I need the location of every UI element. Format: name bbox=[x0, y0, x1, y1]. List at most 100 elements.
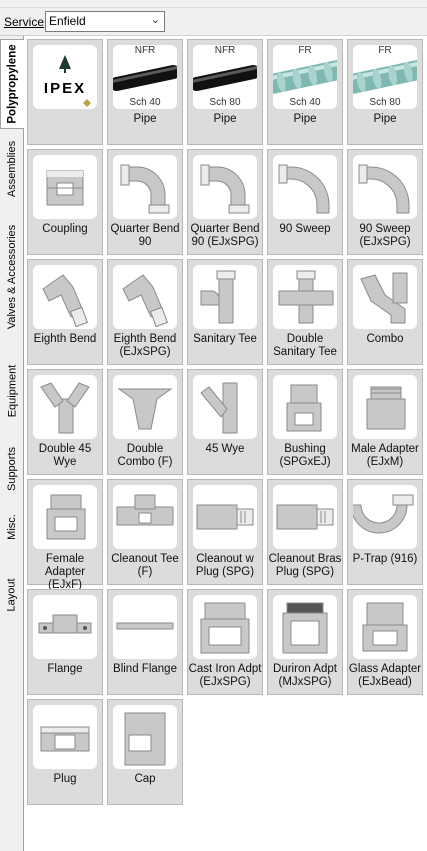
part-eighth-bend-ejxspg[interactable]: Eighth Bend (EJxSPG) bbox=[107, 259, 183, 365]
duriron-adapter-icon bbox=[273, 595, 337, 659]
double-sanitary-tee-icon bbox=[273, 265, 337, 329]
blind-flange-icon bbox=[113, 595, 177, 659]
part-duriron-adpt-mjxspg[interactable]: Duriron Adpt (MJxSPG) bbox=[267, 589, 343, 695]
part-cleanout-tee-f[interactable]: Cleanout Tee (F) bbox=[107, 479, 183, 585]
part-label: Plug bbox=[53, 773, 77, 785]
tab-valves-accessories[interactable]: Valves & Accessories bbox=[0, 212, 24, 342]
part-label: Cleanout Bras Plug (SPG) bbox=[268, 553, 342, 578]
parts-grid: IPEX NFR Sch 40 Pipe NFR Sch 80 Pipe FR Sch 4… bbox=[27, 39, 423, 805]
part-label: Eighth Bend bbox=[33, 333, 97, 345]
glass-adapter-icon bbox=[353, 595, 417, 659]
part-pipe[interactable]: NFR Sch 40 Pipe bbox=[107, 39, 183, 145]
part-glass-adapter-ejxbead[interactable]: Glass Adapter (EJxBead) bbox=[347, 589, 423, 695]
part-cleanout-w-plug-spg[interactable]: Cleanout w Plug (SPG) bbox=[187, 479, 263, 585]
pipe-schedule: Sch 40 bbox=[289, 97, 321, 108]
part-label: Coupling bbox=[42, 223, 88, 235]
service-toolbar: Service Enfield ⌄ bbox=[0, 8, 427, 36]
tab-layout[interactable]: Layout bbox=[0, 556, 24, 634]
part-90-sweep[interactable]: 90 Sweep bbox=[267, 149, 343, 255]
tab-supports[interactable]: Supports bbox=[0, 440, 24, 498]
cleanout-tee-icon bbox=[113, 485, 177, 549]
tab-misc[interactable]: Misc. bbox=[0, 503, 24, 551]
flange-icon bbox=[33, 595, 97, 659]
part-male-adapter-ejxm[interactable]: Male Adapter (EJxM) bbox=[347, 369, 423, 475]
part-double-45-wye[interactable]: Double 45 Wye bbox=[27, 369, 103, 475]
part-sanitary-tee[interactable]: Sanitary Tee bbox=[187, 259, 263, 365]
part-label: 45 Wye bbox=[205, 443, 245, 455]
part-label: Glass Adapter (EJxBead) bbox=[348, 663, 422, 688]
part-label: Quarter Bend 90 bbox=[110, 223, 180, 248]
category-tabs: Polypropylene Assemblies Valves & Accessor… bbox=[0, 36, 24, 851]
part-label: 90 Sweep bbox=[279, 223, 331, 235]
teal-pipe-icon: FR Sch 40 bbox=[273, 45, 337, 109]
part-label: Female Adapter (EJxF) bbox=[44, 553, 86, 591]
part-bushing-spgxej[interactable]: Bushing (SPGxEJ) bbox=[267, 369, 343, 475]
part-pipe[interactable]: NFR Sch 80 Pipe bbox=[187, 39, 263, 145]
part-coupling[interactable]: Coupling bbox=[27, 149, 103, 255]
quarter-bend-icon bbox=[113, 155, 177, 219]
double-combo-icon bbox=[113, 375, 177, 439]
part-label: Pipe bbox=[133, 113, 157, 125]
tab-assemblies[interactable]: Assemblies bbox=[0, 131, 24, 207]
plug-icon bbox=[33, 705, 97, 769]
part-eighth-bend[interactable]: Eighth Bend bbox=[27, 259, 103, 365]
part-label: Bushing (SPGxEJ) bbox=[279, 443, 331, 468]
window-top-edge bbox=[0, 0, 427, 8]
service-value: Enfield bbox=[49, 14, 86, 28]
pipe-rating: FR bbox=[378, 45, 392, 56]
part-pipe[interactable]: FR Sch 40 Pipe bbox=[267, 39, 343, 145]
tab-equipment[interactable]: Equipment bbox=[0, 347, 24, 435]
part-label: Cleanout Tee (F) bbox=[111, 553, 179, 578]
part-p-trap-916[interactable]: P-Trap (916) bbox=[347, 479, 423, 585]
cleanout-brass-plug-icon bbox=[273, 485, 337, 549]
part-cast-iron-adpt-ejxspg[interactable]: Cast Iron Adpt (EJxSPG) bbox=[187, 589, 263, 695]
part-label: 90 Sweep (EJxSPG) bbox=[359, 223, 411, 248]
black-pipe-icon: NFR Sch 40 bbox=[113, 45, 177, 109]
part-label: Duriron Adpt (MJxSPG) bbox=[273, 663, 337, 688]
part-label: Cap bbox=[134, 773, 156, 785]
part-pipe[interactable]: FR Sch 80 Pipe bbox=[347, 39, 423, 145]
part-label: Blind Flange bbox=[113, 663, 177, 675]
pipe-schedule: Sch 80 bbox=[209, 97, 241, 108]
part-quarter-bend-90[interactable]: Quarter Bend 90 bbox=[107, 149, 183, 255]
part-blind-flange[interactable]: Blind Flange bbox=[107, 589, 183, 695]
part-plug[interactable]: Plug bbox=[27, 699, 103, 805]
part-label: Pipe bbox=[213, 113, 237, 125]
part-45-wye[interactable]: 45 Wye bbox=[187, 369, 263, 475]
part-cleanout-bras-plug-spg[interactable]: Cleanout Bras Plug (SPG) bbox=[267, 479, 343, 585]
service-dropdown[interactable]: Enfield ⌄ bbox=[45, 11, 165, 32]
part-label: Flange bbox=[47, 663, 83, 675]
teal-pipe-icon: FR Sch 80 bbox=[353, 45, 417, 109]
part-combo[interactable]: Combo bbox=[347, 259, 423, 365]
female-adapter-icon bbox=[33, 485, 97, 549]
part-double-combo-f[interactable]: Double Combo (F) bbox=[107, 369, 183, 475]
part-label: Quarter Bend 90 (EJxSPG) bbox=[190, 223, 260, 248]
part-cap[interactable]: Cap bbox=[107, 699, 183, 805]
part-logo[interactable]: IPEX bbox=[27, 39, 103, 145]
part-female-adapter-ejxf[interactable]: Female Adapter (EJxF) bbox=[27, 479, 103, 591]
part-label: Double Combo (F) bbox=[117, 443, 173, 468]
eighth-bend-icon bbox=[33, 265, 97, 329]
wye-45-icon bbox=[193, 375, 257, 439]
part-double-sanitary-tee[interactable]: Double Sanitary Tee bbox=[267, 259, 343, 365]
tab-label: Equipment bbox=[6, 364, 18, 418]
part-90-sweep-ejxspg[interactable]: 90 Sweep (EJxSPG) bbox=[347, 149, 423, 255]
cap-icon bbox=[113, 705, 177, 769]
pipe-schedule: Sch 80 bbox=[369, 97, 401, 108]
chevron-down-icon[interactable]: ⌄ bbox=[151, 13, 160, 26]
tab-polypropylene[interactable]: Polypropylene bbox=[0, 39, 24, 129]
part-label: Eighth Bend (EJxSPG) bbox=[113, 333, 177, 358]
double-wye-icon bbox=[33, 375, 97, 439]
bushing-icon bbox=[273, 375, 337, 439]
part-quarter-bend-90-ejxspg[interactable]: Quarter Bend 90 (EJxSPG) bbox=[187, 149, 263, 255]
part-flange[interactable]: Flange bbox=[27, 589, 103, 695]
parts-palette: IPEX NFR Sch 40 Pipe NFR Sch 80 Pipe FR Sch 4… bbox=[24, 36, 427, 851]
quarter-bend-spigot-icon bbox=[193, 155, 257, 219]
part-label: Cast Iron Adpt (EJxSPG) bbox=[188, 663, 262, 688]
ipex-logo-text: IPEX bbox=[44, 80, 86, 97]
part-label: Male Adapter (EJxM) bbox=[351, 443, 419, 468]
sweep-90-spigot-icon bbox=[353, 155, 417, 219]
p-trap-icon bbox=[353, 485, 417, 549]
part-label: Combo bbox=[366, 333, 404, 345]
tab-label: Supports bbox=[6, 446, 18, 492]
